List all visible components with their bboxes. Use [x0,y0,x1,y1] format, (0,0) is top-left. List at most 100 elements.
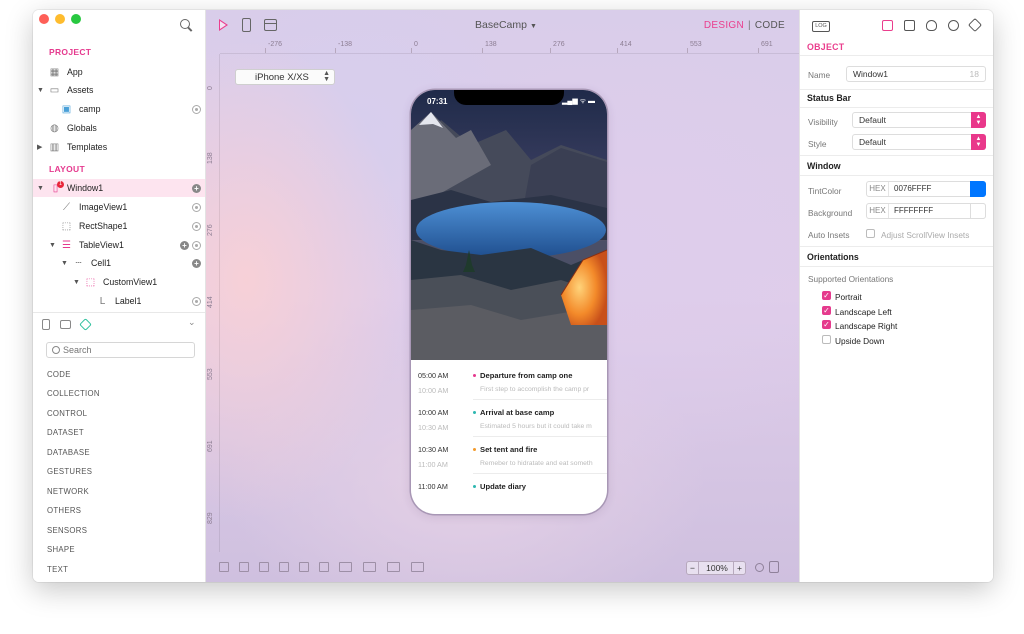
library-category-text[interactable]: TEXT [47,565,68,574]
zoom-in-button[interactable]: + [733,562,745,574]
portrait-checkbox[interactable]: ✓ [822,291,831,300]
caret-down-icon[interactable]: ▼ [61,260,69,267]
library-search-input[interactable] [63,344,191,356]
library-category-collection[interactable]: COLLECTION [47,389,100,398]
visibility-dot-icon[interactable] [192,202,201,212]
tint-color-field[interactable]: HEX 0076FFFF [866,181,986,197]
visibility-select[interactable]: Default ▲ ▼ [852,112,986,128]
align-left-icon[interactable] [279,562,289,572]
tint-color-swatch[interactable] [970,181,986,197]
library-category-network[interactable]: NETWORK [47,487,89,496]
tree-item-window1[interactable]: ▼ ▯ 1 Window1 + [33,179,205,197]
library-category-sensors[interactable]: SENSORS [47,526,87,535]
distribute-horizontal-icon[interactable] [339,562,352,572]
library-category-control[interactable]: CONTROL [47,409,87,418]
send-backward-icon[interactable] [411,562,424,572]
timeline-dot [473,374,476,377]
adjust-insets-checkbox[interactable] [866,229,875,238]
device-library-icon[interactable] [42,319,50,330]
close-window-button[interactable] [39,14,49,24]
ruler-label: 276 [207,224,214,236]
visibility-dot-icon[interactable] [192,221,201,231]
ruler-tick [758,48,759,53]
log-button[interactable]: LOG [812,21,830,32]
project-title-dropdown[interactable]: BaseCamp ▼ [446,19,566,31]
library-category-code[interactable]: CODE [47,370,71,379]
tree-item-cell1[interactable]: ▼ ┄ Cell1 + [33,254,205,272]
scene-image[interactable] [411,90,607,360]
design-canvas[interactable]: BaseCamp ▼ DESIGN | CODE -276 -138 0 138 27… [206,10,799,582]
library-category-dataset[interactable]: DATASET [47,428,84,437]
add-child-icon[interactable]: + [192,183,201,193]
device-preview-icon[interactable] [242,18,251,32]
upside-down-checkbox[interactable] [822,335,831,344]
link-icon[interactable] [948,20,959,31]
library-category-shape[interactable]: SHAPE [47,545,75,554]
landscape-right-checkbox[interactable]: ✓ [822,320,831,329]
align-top-icon[interactable] [219,562,229,572]
frame-icon[interactable] [904,20,915,31]
search-icon[interactable] [180,19,190,29]
ruler-tick [550,48,551,53]
tree-item-label1[interactable]: L Label1 [33,292,205,310]
add-child-icon[interactable]: + [180,240,189,250]
bring-forward-icon[interactable] [387,562,400,572]
zoom-out-button[interactable]: − [687,562,699,574]
align-center-horizontal-icon[interactable] [319,562,329,572]
tree-item-globals[interactable]: ◍ Globals [33,119,205,137]
style-select[interactable]: Default ▲ ▼ [852,134,986,150]
object-library-icon[interactable] [79,318,92,331]
tree-item-tableview1[interactable]: ▼ ☰ TableView1 + [33,236,205,254]
tree-item-templates[interactable]: ▶ ▥ Templates [33,138,205,156]
layout-library-icon[interactable] [60,320,71,329]
device-select[interactable]: iPhone X/XS ▲ ▼ [235,69,335,85]
align-right-icon[interactable] [299,562,309,572]
phone-preview[interactable]: 07:31 ▂▄▆ ᯤ ▬ 05:00 AM Departure from ca… [411,90,607,514]
visibility-dot-icon[interactable] [192,296,201,306]
distribute-vertical-icon[interactable] [363,562,376,572]
timeline-title: Update diary [480,482,526,491]
align-center-vertical-icon[interactable] [259,562,269,572]
chevron-down-icon[interactable]: ⌄ [188,317,198,328]
divider [800,266,993,267]
shield-icon[interactable] [926,20,937,31]
properties-icon[interactable] [882,20,893,31]
ruler-label: -276 [268,41,283,48]
minimize-window-button[interactable] [55,14,65,24]
caret-down-icon[interactable]: ▼ [37,87,45,94]
caret-right-icon[interactable]: ▶ [37,143,45,151]
name-field[interactable]: Window1 18 [846,66,986,82]
tree-item-rectshape1[interactable]: ⬚ RectShape1 [33,217,205,235]
zoom-window-button[interactable] [71,14,81,24]
window-section-title: Window [807,161,841,171]
storyboard-icon[interactable] [264,19,277,31]
background-color-field[interactable]: HEX FFFFFFFF [866,203,986,219]
play-icon[interactable] [219,19,228,31]
visibility-dot-icon[interactable] [192,240,201,250]
tree-item-assets[interactable]: ▼ ▭ Assets [33,81,205,99]
library-category-others[interactable]: OTHERS [47,506,81,515]
design-mode-button[interactable]: DESIGN [704,20,744,31]
tree-item-camp[interactable]: ▣ camp [33,100,205,118]
caret-down-icon[interactable]: ▼ [49,242,57,249]
zoom-actual-size-icon[interactable] [769,561,779,573]
timeline-end-time: 10:00 AM [418,386,449,395]
caret-down-icon[interactable]: ▼ [37,185,45,192]
ruler-top: -276 -138 0 138 276 414 553 691 [220,40,799,54]
zoom-fit-icon[interactable] [755,563,764,572]
landscape-left-checkbox[interactable]: ✓ [822,306,831,315]
library-category-gestures[interactable]: GESTURES [47,467,92,476]
tree-item-customview1[interactable]: ▼ ⬚ CustomView1 [33,273,205,291]
code-mode-button[interactable]: CODE [755,20,785,31]
align-bottom-icon[interactable] [239,562,249,572]
add-child-icon[interactable]: + [192,258,201,268]
visibility-dot-icon[interactable] [192,104,201,114]
diamond-icon[interactable] [967,17,983,33]
auto-insets-label: Auto Insets [808,230,850,240]
background-color-swatch[interactable] [970,203,986,219]
tree-item-app[interactable]: ▦ App [33,63,205,81]
library-category-database[interactable]: DATABASE [47,448,90,457]
caret-down-icon[interactable]: ▼ [73,279,81,286]
library-search-field[interactable] [46,342,195,358]
tree-item-imageview1[interactable]: ⟋ ImageView1 [33,198,205,216]
